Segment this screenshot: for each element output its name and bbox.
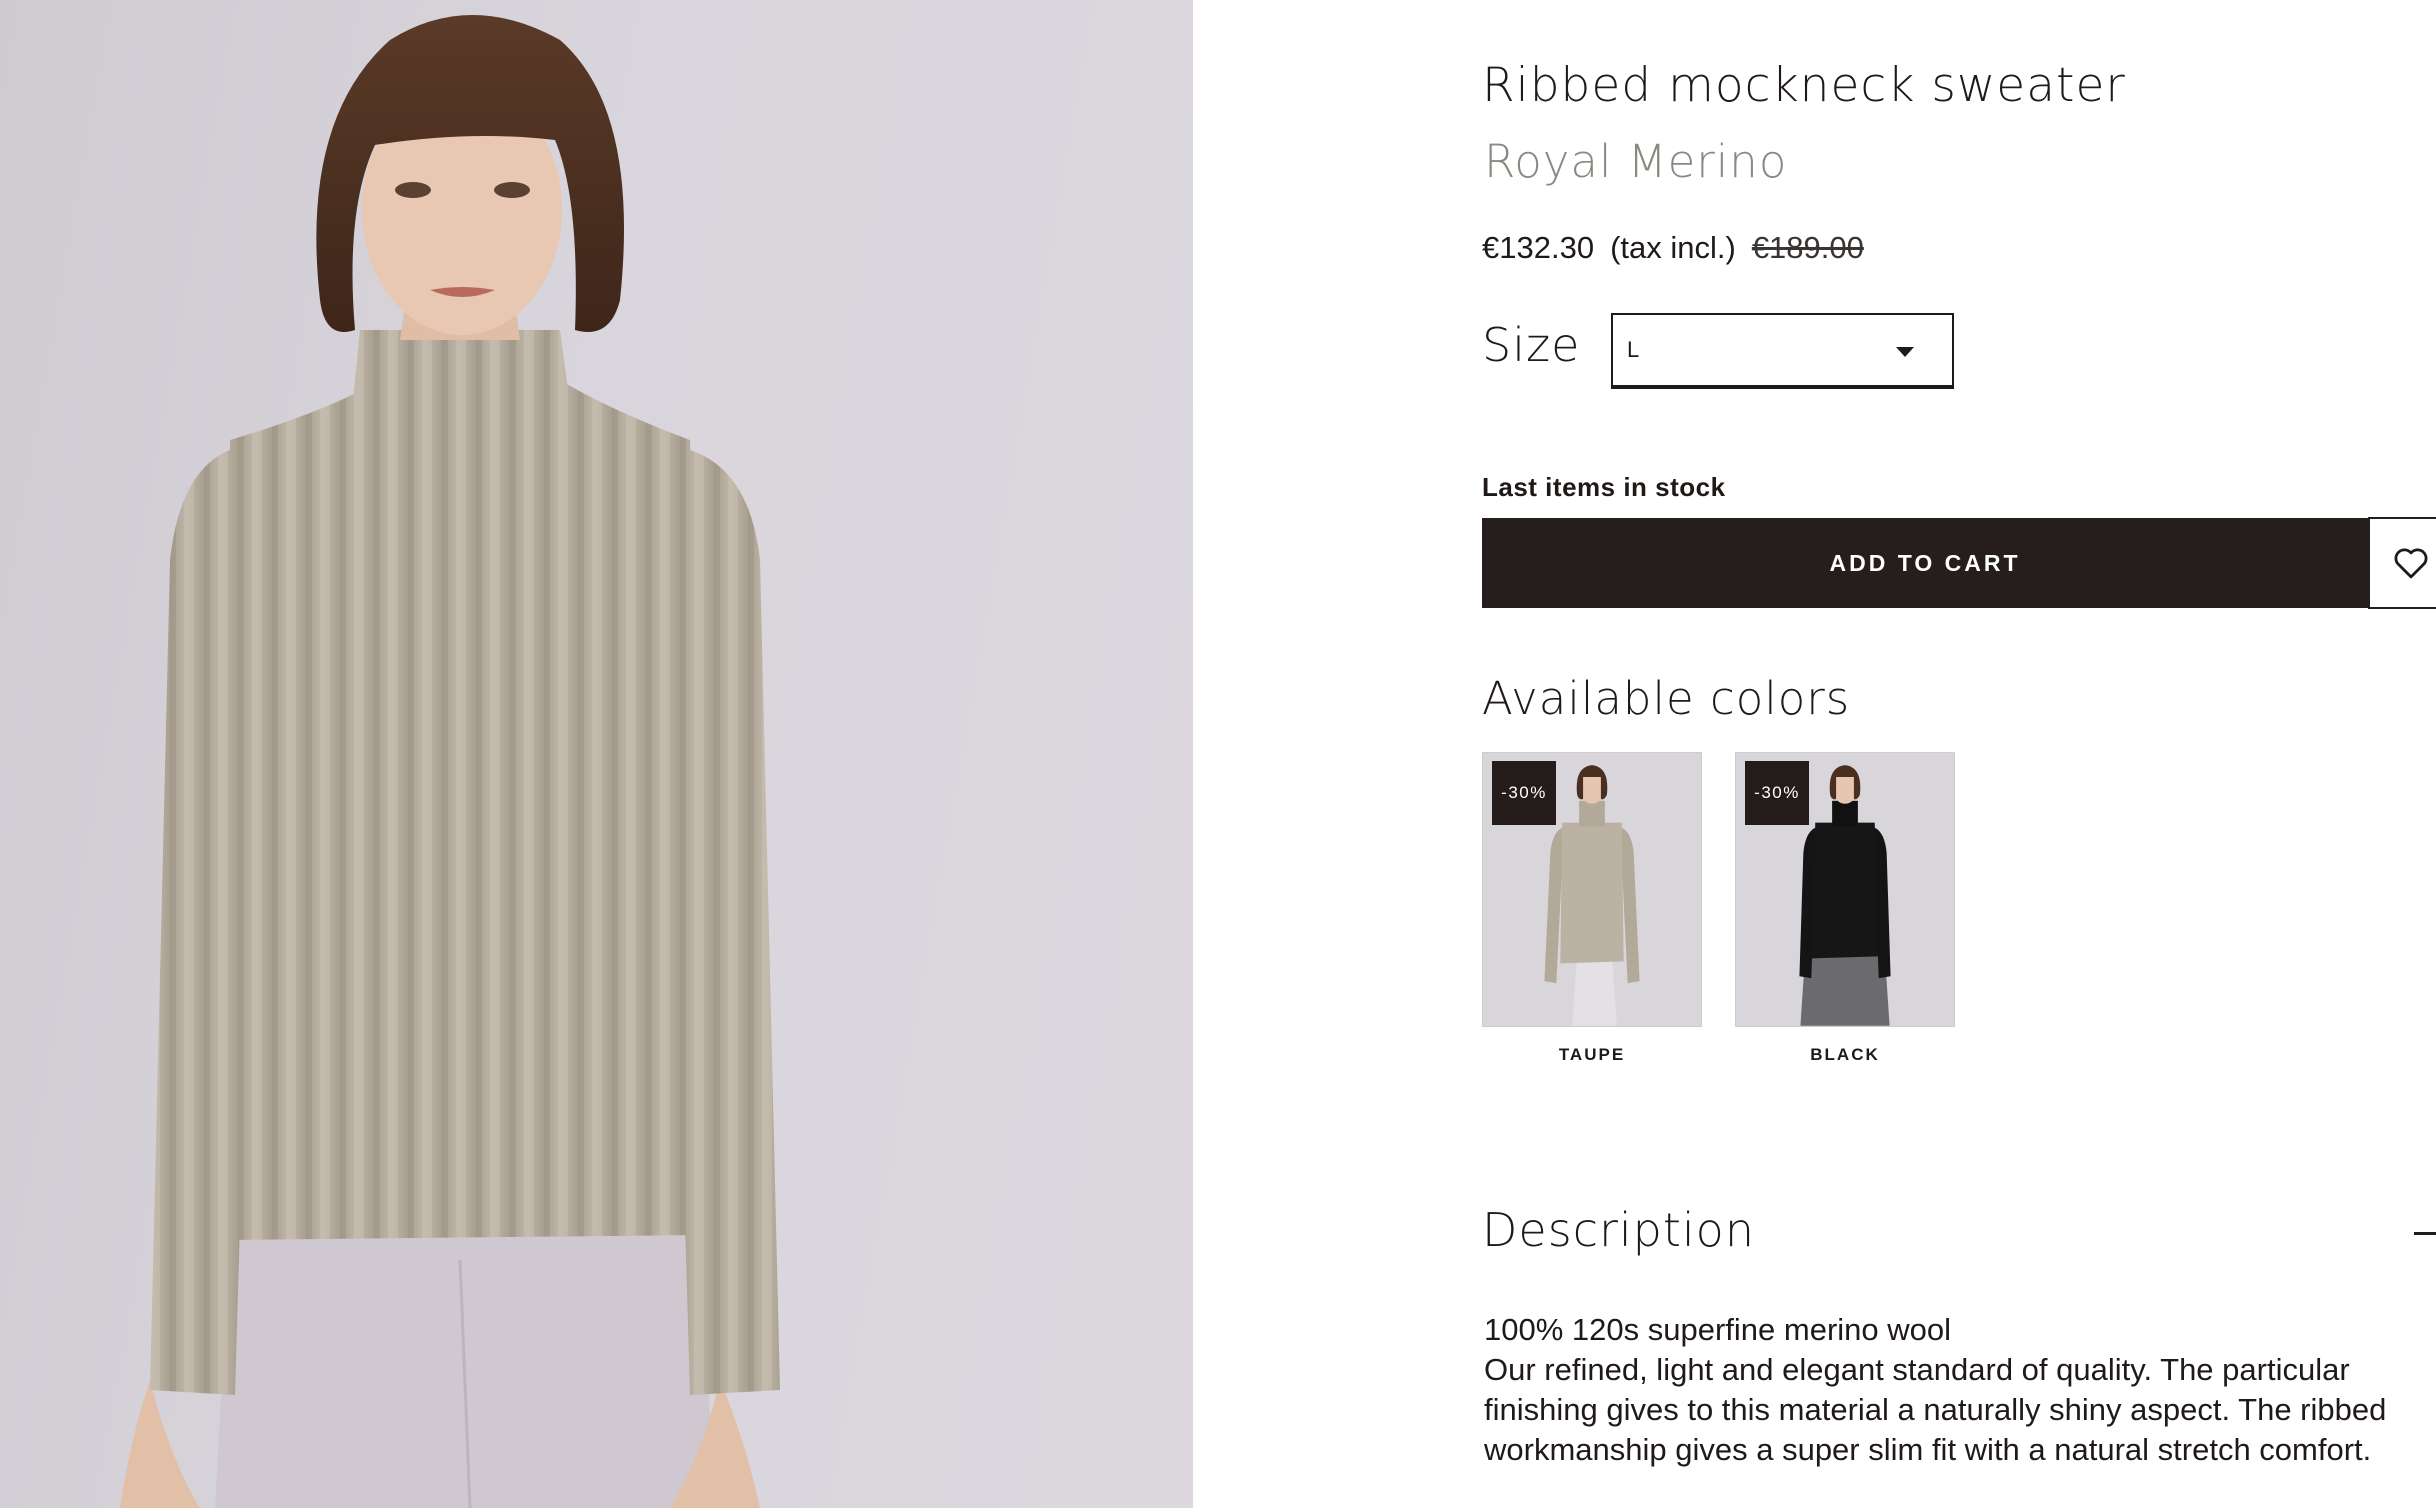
discount-badge: -30% (1492, 761, 1556, 825)
color-swatch-black[interactable]: -30% BLACK (1735, 752, 1955, 1065)
price-original: €189.00 (1751, 230, 1864, 265)
size-selected-value: L (1627, 337, 1640, 362)
description-line: 100% 120s superfine merino wool (1484, 1312, 1951, 1347)
price-current: €132.30 (1482, 230, 1595, 265)
description-title[interactable]: Description (1482, 1203, 1755, 1257)
product-brand[interactable]: Royal Merino (1484, 135, 1787, 188)
size-label: Size (1482, 318, 1581, 372)
description-line: Our refined, light and elegant standard … (1484, 1352, 2387, 1467)
caret-down-icon (1896, 347, 1914, 357)
swatch-image: -30% (1735, 752, 1955, 1027)
model-illustration (120, 15, 780, 1508)
size-select[interactable]: L (1611, 313, 1954, 389)
price-tax-note: (tax incl.) (1610, 230, 1736, 265)
swatch-image: -30% (1482, 752, 1702, 1027)
product-title: Ribbed mockneck sweater (1482, 58, 2126, 113)
minus-icon[interactable] (2414, 1232, 2436, 1235)
add-to-cart-button[interactable]: ADD TO CART (1482, 518, 2368, 608)
available-colors-title: Available colors (1482, 672, 1851, 725)
product-main-image[interactable] (0, 0, 1193, 1508)
description-body: 100% 120s superfine merino wool Our refi… (1484, 1310, 2436, 1470)
swatch-label: TAUPE (1558, 1045, 1626, 1064)
stock-status: Last items in stock (1482, 472, 1726, 502)
heart-icon (2394, 548, 2428, 579)
product-info-panel: Ribbed mockneck sweater Royal Merino €13… (1482, 0, 2436, 1508)
color-swatch-taupe[interactable]: -30% TAUPE (1482, 752, 1702, 1065)
price-row: €132.30 (tax incl.) €189.00 (1482, 230, 1864, 266)
swatch-label: BLACK (1810, 1045, 1880, 1064)
discount-badge: -30% (1745, 761, 1809, 825)
wishlist-button[interactable] (2368, 517, 2436, 609)
